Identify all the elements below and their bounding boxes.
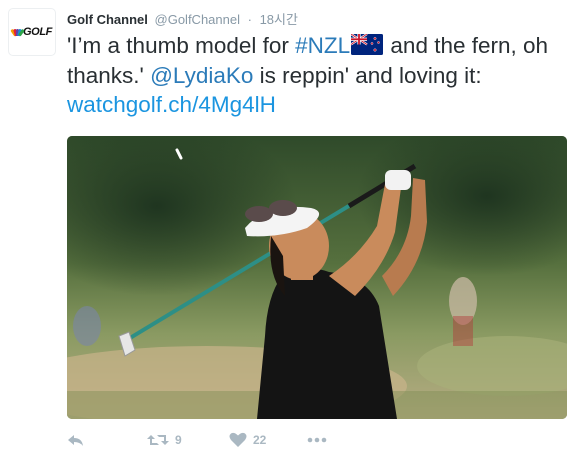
like-button[interactable]: 22: [229, 430, 266, 450]
heart-icon: [229, 432, 247, 447]
retweet-icon: [147, 435, 169, 445]
tweet-text-part3: is reppin' and loving it:: [253, 62, 482, 88]
tweet-text: 'I’m a thumb model for #NZL and the fern…: [67, 31, 567, 120]
avatar-logo-text: GOLF: [23, 26, 52, 38]
avatar[interactable]: GOLF: [8, 8, 56, 56]
retweet-count: 9: [175, 433, 182, 447]
tweet-actions: 9 22: [67, 430, 567, 450]
hashtag-link[interactable]: #NZL: [295, 33, 350, 58]
tweet-text-part1: 'I’m a thumb model for: [67, 33, 296, 58]
more-icon: [307, 437, 327, 443]
account-handle[interactable]: @GolfChannel: [155, 12, 240, 27]
like-count: 22: [253, 433, 267, 447]
tweet-header: Golf Channel @GolfChannel · 18시간: [67, 9, 298, 27]
url-link[interactable]: watchgolf.ch/4Mg4lH: [67, 92, 276, 117]
account-name[interactable]: Golf Channel: [67, 12, 148, 27]
retweet-button[interactable]: 9: [147, 430, 182, 450]
reply-button[interactable]: [67, 430, 85, 450]
separator-dot: ·: [247, 12, 252, 27]
new-zealand-flag-icon: [351, 34, 384, 55]
reply-icon: [68, 435, 83, 446]
nbc-peacock-icon: [10, 28, 25, 37]
tweet-timestamp[interactable]: 18시간: [260, 12, 298, 27]
mention-link[interactable]: @LydiaKo: [150, 63, 253, 88]
golfer-photo: [67, 136, 567, 419]
tweet-photo[interactable]: [67, 136, 567, 419]
more-button[interactable]: [307, 430, 327, 450]
tweet: GOLF Golf Channel @GolfChannel · 18시간 'I…: [0, 0, 583, 460]
